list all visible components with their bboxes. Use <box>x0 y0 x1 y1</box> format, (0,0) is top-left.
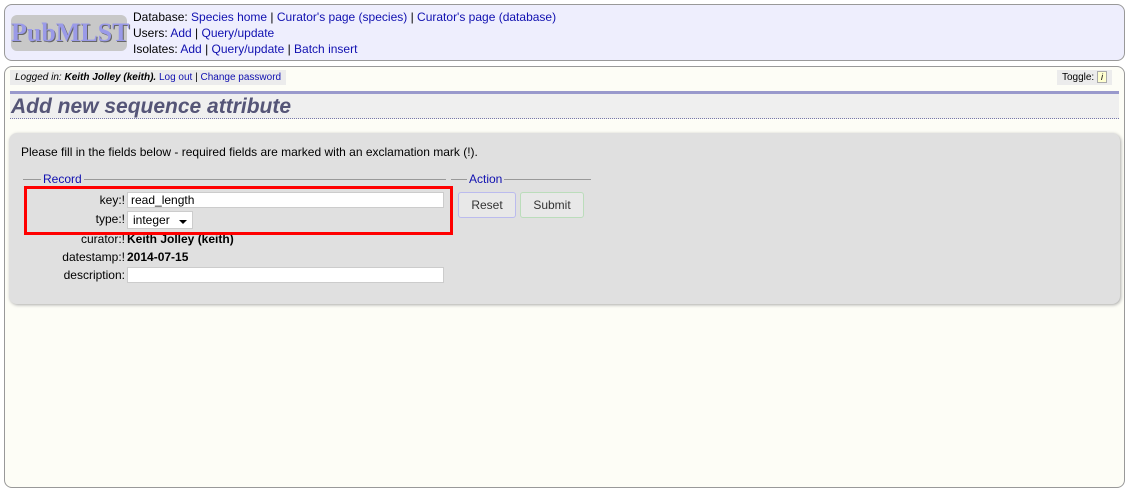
change-password-link[interactable]: Change password <box>201 72 282 83</box>
curators-page-database-link[interactable]: Curator's page (database) <box>417 10 556 24</box>
logged-in-user: Keith Jolley (keith). <box>64 72 157 83</box>
isolates-query-link[interactable]: Query/update <box>212 42 285 56</box>
title-bar: Add new sequence attribute <box>10 91 1119 119</box>
datestamp-row: datestamp:! 2014-07-15 <box>23 248 453 266</box>
users-add-link[interactable]: Add <box>170 26 191 40</box>
users-query-link[interactable]: Query/update <box>202 26 275 40</box>
submit-button[interactable]: Submit <box>520 192 584 218</box>
form-instructions: Please fill in the fields below - requir… <box>21 145 478 159</box>
species-home-link[interactable]: Species home <box>191 10 267 24</box>
highlight-box <box>24 186 453 235</box>
login-prefix: Logged in: <box>15 72 62 83</box>
isolates-add-link[interactable]: Add <box>180 42 201 56</box>
datestamp-label: datestamp:! <box>62 250 125 264</box>
login-status: Logged in: Keith Jolley (keith). Log out… <box>10 70 287 85</box>
description-label: description: <box>63 268 125 282</box>
log-out-link[interactable]: Log out <box>159 72 192 83</box>
curators-page-species-link[interactable]: Curator's page (species) <box>277 10 407 24</box>
toggle-help: Toggle: i <box>1056 70 1112 85</box>
info-toggle-icon[interactable]: i <box>1097 71 1107 84</box>
isolates-batch-insert-link[interactable]: Batch insert <box>294 42 357 56</box>
pubmlst-logo[interactable]: PubMLST <box>11 15 130 51</box>
description-row: description: <box>23 266 453 284</box>
curator-nav: Database: Species home | Curator's page … <box>133 10 557 56</box>
description-input[interactable] <box>127 267 444 283</box>
header: PubMLST Database: Species home | Curator… <box>4 4 1125 61</box>
nav-label: Database: <box>133 10 188 24</box>
record-legend: Record <box>41 172 84 186</box>
nav-label: Users: <box>133 26 168 40</box>
datestamp-value: 2014-07-15 <box>127 250 189 264</box>
page-title: Add new sequence attribute <box>11 95 292 118</box>
reset-button[interactable]: Reset <box>458 192 516 218</box>
toggle-label: Toggle: <box>1061 72 1095 83</box>
main-content: Logged in: Keith Jolley (keith). Log out… <box>4 66 1125 488</box>
action-fieldset: Action Reset Submit <box>451 172 591 239</box>
nav-label: Isolates: <box>133 42 178 56</box>
action-legend: Action <box>467 172 505 186</box>
